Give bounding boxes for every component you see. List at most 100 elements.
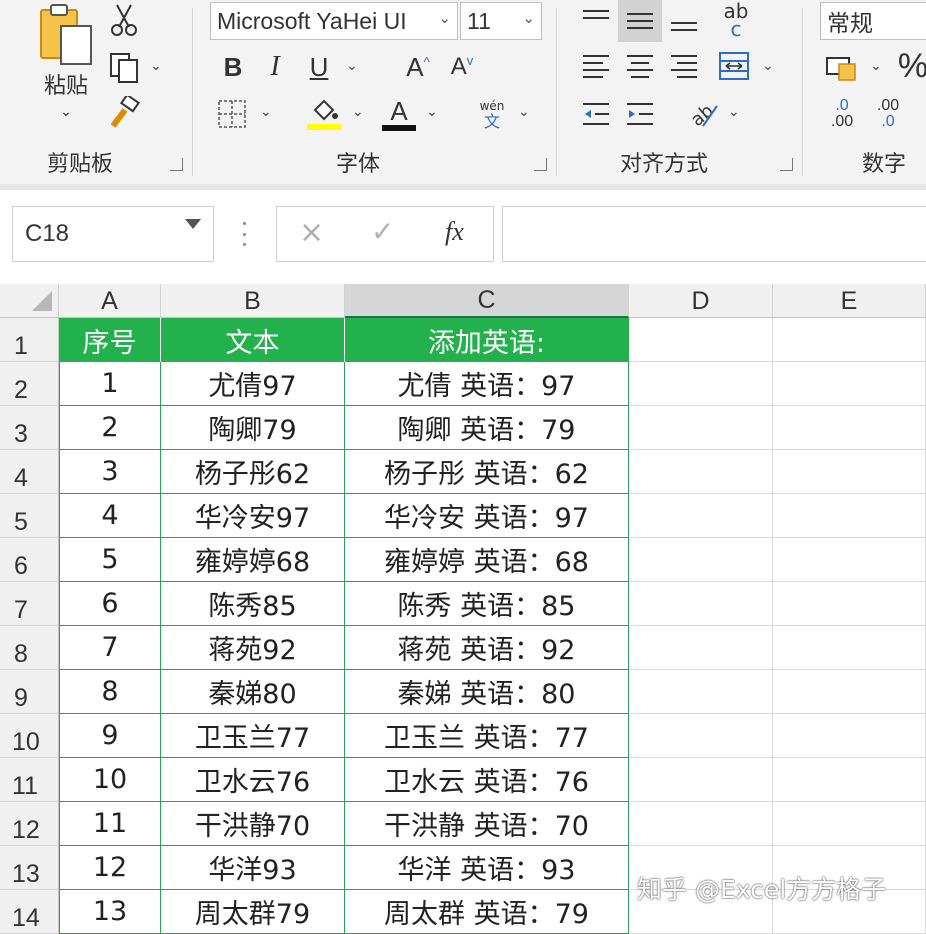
table-cell[interactable]: 华洋 英语：93: [345, 846, 629, 890]
empty-cell[interactable]: [773, 538, 926, 582]
table-cell[interactable]: 蒋苑 英语：92: [345, 626, 629, 670]
table-cell[interactable]: 华冷安97: [161, 494, 345, 538]
table-cell[interactable]: 华洋93: [161, 846, 345, 890]
merge-center-button[interactable]: [714, 46, 754, 86]
table-cell[interactable]: 陶卿 英语：79: [345, 406, 629, 450]
table-cell[interactable]: 陈秀 英语：85: [345, 582, 629, 626]
empty-cell[interactable]: [629, 494, 773, 538]
paste-button[interactable]: 粘贴 ⌄: [30, 2, 102, 122]
empty-cell[interactable]: [773, 758, 926, 802]
copy-dropdown-chevron-icon[interactable]: ⌄: [150, 58, 162, 74]
name-box-chevron-icon[interactable]: [185, 219, 201, 229]
row-header[interactable]: 13: [0, 846, 59, 890]
table-cell[interactable]: 3: [59, 450, 161, 494]
empty-cell[interactable]: [773, 670, 926, 714]
align-top-button[interactable]: [578, 2, 614, 38]
row-header[interactable]: 3: [0, 406, 59, 450]
align-middle-button[interactable]: [618, 0, 662, 42]
table-cell[interactable]: 杨子彤 英语：62: [345, 450, 629, 494]
empty-cell[interactable]: [629, 318, 773, 362]
font-color-button[interactable]: A: [380, 94, 418, 134]
empty-cell[interactable]: [629, 582, 773, 626]
empty-cell[interactable]: [773, 450, 926, 494]
clipboard-launcher-icon[interactable]: [170, 158, 183, 171]
table-cell[interactable]: 秦娣80: [161, 670, 345, 714]
table-cell[interactable]: 10: [59, 758, 161, 802]
table-cell[interactable]: 7: [59, 626, 161, 670]
table-cell[interactable]: 周太群 英语：79: [345, 890, 629, 934]
number-format-select[interactable]: 常规: [820, 2, 926, 40]
table-cell[interactable]: 1: [59, 362, 161, 406]
table-header-cell[interactable]: 文本: [161, 318, 345, 362]
enter-icon[interactable]: ✓: [371, 215, 394, 248]
row-header[interactable]: 8: [0, 626, 59, 670]
underline-chevron-icon[interactable]: ⌄: [346, 58, 358, 74]
font-color-chevron-icon[interactable]: ⌄: [426, 104, 438, 120]
font-name-select[interactable]: Microsoft YaHei UI ⌄: [210, 2, 458, 40]
empty-cell[interactable]: [773, 406, 926, 450]
phonetic-chevron-icon[interactable]: ⌄: [518, 104, 530, 120]
row-header[interactable]: 11: [0, 758, 59, 802]
cut-button[interactable]: [106, 2, 142, 38]
table-cell[interactable]: 尤倩 英语：97: [345, 362, 629, 406]
cancel-icon[interactable]: ×: [299, 215, 324, 250]
row-header[interactable]: 1: [0, 318, 59, 362]
table-cell[interactable]: 9: [59, 714, 161, 758]
table-cell[interactable]: 杨子彤62: [161, 450, 345, 494]
align-center-button[interactable]: [622, 48, 658, 84]
empty-cell[interactable]: [773, 802, 926, 846]
table-cell[interactable]: 陶卿79: [161, 406, 345, 450]
column-header-b[interactable]: B: [161, 284, 345, 318]
copy-button[interactable]: [104, 48, 144, 88]
name-box[interactable]: C18: [12, 206, 214, 262]
formula-bar-grip-icon[interactable]: [243, 222, 247, 246]
format-painter-button[interactable]: [104, 94, 144, 132]
decrease-indent-button[interactable]: [578, 96, 614, 132]
increase-decimal-button[interactable]: .0 .00: [822, 94, 862, 134]
table-cell[interactable]: 11: [59, 802, 161, 846]
row-header[interactable]: 12: [0, 802, 59, 846]
align-left-button[interactable]: [578, 48, 614, 84]
align-bottom-button[interactable]: [666, 4, 702, 40]
table-cell[interactable]: 蒋苑92: [161, 626, 345, 670]
empty-cell[interactable]: [773, 714, 926, 758]
accounting-chevron-icon[interactable]: ⌄: [870, 58, 882, 74]
wrap-text-button[interactable]: ab c: [716, 0, 756, 40]
alignment-launcher-icon[interactable]: [780, 158, 793, 171]
font-launcher-icon[interactable]: [534, 158, 547, 171]
table-cell[interactable]: 尤倩97: [161, 362, 345, 406]
row-header[interactable]: 5: [0, 494, 59, 538]
table-cell[interactable]: 华冷安 英语：97: [345, 494, 629, 538]
row-header[interactable]: 7: [0, 582, 59, 626]
table-cell[interactable]: 4: [59, 494, 161, 538]
empty-cell[interactable]: [629, 538, 773, 582]
empty-cell[interactable]: [629, 362, 773, 406]
font-size-select[interactable]: 11 ⌄: [460, 2, 542, 40]
underline-button[interactable]: U: [302, 50, 336, 84]
phonetic-button[interactable]: wén 文: [472, 96, 512, 134]
table-cell[interactable]: 干洪静70: [161, 802, 345, 846]
table-cell[interactable]: 卫玉兰 英语：77: [345, 714, 629, 758]
italic-button[interactable]: I: [258, 50, 292, 84]
borders-button[interactable]: [214, 96, 250, 132]
empty-cell[interactable]: [629, 802, 773, 846]
empty-cell[interactable]: [773, 582, 926, 626]
decrease-font-button[interactable]: Av: [444, 50, 480, 84]
percent-button[interactable]: %: [896, 46, 926, 86]
fill-color-button[interactable]: [304, 94, 344, 134]
table-cell[interactable]: 秦娣 英语：80: [345, 670, 629, 714]
merge-chevron-icon[interactable]: ⌄: [762, 58, 774, 74]
empty-cell[interactable]: [629, 450, 773, 494]
orientation-chevron-icon[interactable]: ⌄: [728, 104, 740, 120]
table-cell[interactable]: 干洪静 英语：70: [345, 802, 629, 846]
empty-cell[interactable]: [629, 714, 773, 758]
row-header[interactable]: 2: [0, 362, 59, 406]
table-cell[interactable]: 6: [59, 582, 161, 626]
formula-input[interactable]: [502, 206, 926, 262]
empty-cell[interactable]: [773, 626, 926, 670]
empty-cell[interactable]: [773, 362, 926, 406]
empty-cell[interactable]: [629, 406, 773, 450]
empty-cell[interactable]: [629, 670, 773, 714]
align-right-button[interactable]: [666, 48, 702, 84]
increase-font-button[interactable]: A^: [400, 50, 436, 84]
